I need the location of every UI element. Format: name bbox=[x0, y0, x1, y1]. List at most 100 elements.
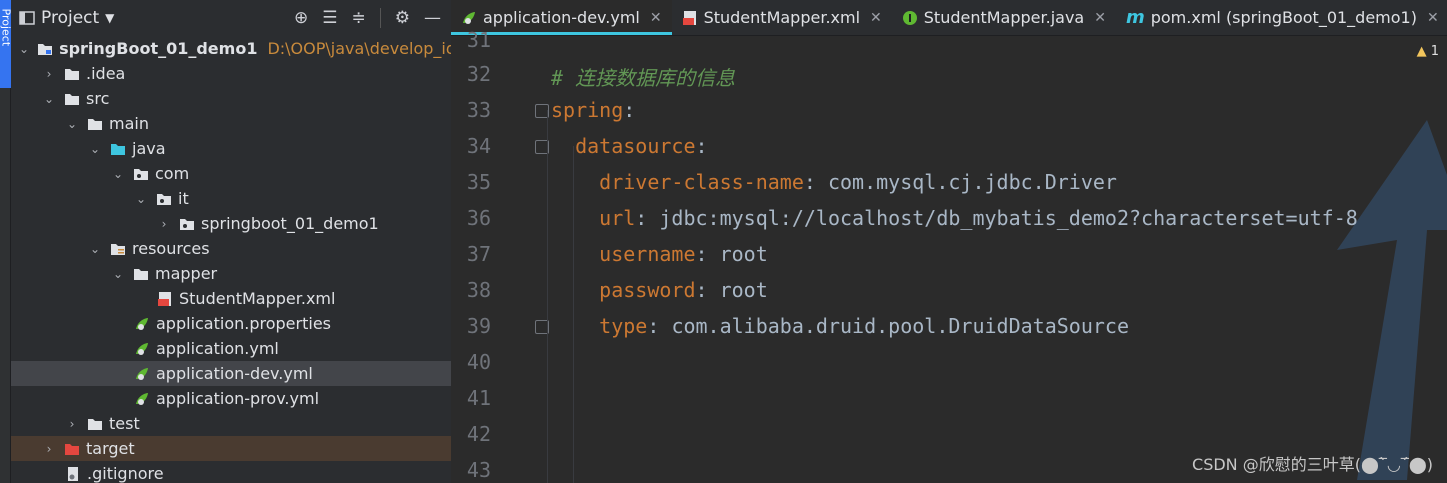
chevron-down-icon[interactable]: ⌄ bbox=[111, 267, 125, 281]
tree-item-application-properties[interactable]: application.properties bbox=[11, 311, 451, 336]
tree-item-label: application-prov.yml bbox=[156, 389, 320, 408]
tab-label: pom.xml (springBoot_01_demo1) bbox=[1150, 8, 1417, 27]
yaml-value: root bbox=[719, 242, 768, 266]
project-tool-tab[interactable]: Project bbox=[0, 0, 13, 88]
project-tree: ⌄ springBoot_01_demo1 D:\OOP\java\develo… bbox=[11, 36, 451, 483]
tab-studentmapper-java[interactable]: StudentMapper.java ✕ bbox=[892, 0, 1116, 35]
expand-all-icon[interactable]: ☰ bbox=[322, 8, 337, 28]
chevron-down-icon[interactable]: ⌄ bbox=[65, 117, 79, 131]
chevron-down-icon[interactable]: ⌄ bbox=[88, 142, 102, 156]
tree-item-test[interactable]: › test bbox=[11, 411, 451, 436]
close-icon[interactable]: ✕ bbox=[1094, 10, 1106, 26]
chevron-down-icon: ▼ bbox=[105, 11, 115, 25]
line-number: 36 bbox=[466, 206, 491, 230]
tree-item-root[interactable]: ⌄ springBoot_01_demo1 D:\OOP\java\develo… bbox=[11, 36, 451, 61]
close-icon[interactable]: ✕ bbox=[650, 10, 662, 26]
editor-gutter: 31 32 33 34 35 36 37 38 39 40 41 42 43 bbox=[451, 28, 549, 483]
tree-item-label: main bbox=[109, 114, 149, 133]
gear-icon[interactable]: ⚙ bbox=[395, 8, 410, 28]
line-number: 41 bbox=[466, 386, 491, 410]
tab-pom-xml[interactable]: m pom.xml (springBoot_01_demo1) ✕ bbox=[1116, 0, 1447, 35]
chevron-down-icon[interactable]: ⌄ bbox=[134, 192, 148, 206]
source-folder-icon bbox=[110, 141, 126, 157]
project-header: Project ▼ ⊕ ☰ ≑ ⚙ — bbox=[11, 0, 451, 36]
spring-config-icon bbox=[134, 316, 150, 332]
yaml-key: driver-class-name bbox=[599, 170, 804, 194]
tree-item-label: com bbox=[155, 164, 190, 183]
chevron-down-icon[interactable]: ⌄ bbox=[111, 167, 125, 181]
close-icon[interactable]: ✕ bbox=[1427, 10, 1439, 26]
editor-area: application-dev.yml ✕ StudentMapper.xml … bbox=[451, 0, 1447, 483]
tree-item-mapper[interactable]: ⌄ mapper bbox=[11, 261, 451, 286]
spring-config-icon bbox=[463, 11, 475, 24]
minimize-icon[interactable]: — bbox=[424, 8, 441, 28]
tree-item-label: java bbox=[132, 139, 166, 158]
background-arrow-decoration bbox=[1337, 120, 1447, 480]
tree-item-com[interactable]: ⌄ com bbox=[11, 161, 451, 186]
tree-item-application-dev-yml[interactable]: application-dev.yml bbox=[11, 361, 451, 386]
line-number: 33 bbox=[466, 98, 491, 122]
yaml-comment: # 连接数据库的信息 bbox=[551, 66, 736, 90]
tree-item-label: springBoot_01_demo1 bbox=[59, 39, 258, 58]
tree-item-main[interactable]: ⌄ main bbox=[11, 111, 451, 136]
tree-item-label: src bbox=[86, 89, 110, 108]
tree-item-springboot-package[interactable]: › springboot_01_demo1 bbox=[11, 211, 451, 236]
yaml-key: type bbox=[599, 314, 648, 338]
code-line-36: url: jdbc:mysql://localhost/db_mybatis_d… bbox=[599, 206, 1358, 230]
folder-icon bbox=[87, 116, 103, 132]
tree-item-target[interactable]: › target bbox=[11, 436, 451, 461]
tree-item-studentmapper-xml[interactable]: StudentMapper.xml bbox=[11, 286, 451, 311]
locate-icon[interactable]: ⊕ bbox=[294, 8, 308, 28]
tab-studentmapper-xml[interactable]: StudentMapper.xml ✕ bbox=[672, 0, 892, 35]
chevron-right-icon[interactable]: › bbox=[42, 67, 56, 81]
close-icon[interactable]: ✕ bbox=[870, 10, 882, 26]
watermark: CSDN @欣慰的三叶草(⬤‾̀◡‾́⬤) bbox=[1192, 455, 1433, 474]
spring-config-icon bbox=[134, 391, 150, 407]
project-title: Project bbox=[41, 8, 100, 28]
tree-item-label: test bbox=[109, 414, 140, 433]
code-line-32: # 连接数据库的信息 bbox=[551, 62, 735, 91]
tree-item-gitignore[interactable]: .gitignore bbox=[11, 461, 451, 483]
chevron-down-icon[interactable]: ⌄ bbox=[19, 42, 29, 56]
project-panel: Project ▼ ⊕ ☰ ≑ ⚙ — ⌄ springBoot_01_demo… bbox=[11, 0, 451, 483]
tree-item-application-prov-yml[interactable]: application-prov.yml bbox=[11, 386, 451, 411]
yaml-key: username bbox=[599, 242, 696, 266]
tree-item-resources[interactable]: ⌄ resources bbox=[11, 236, 451, 261]
tree-item-label: .gitignore bbox=[87, 464, 164, 483]
tree-item-java[interactable]: ⌄ java bbox=[11, 136, 451, 161]
tab-label: StudentMapper.java bbox=[923, 8, 1085, 27]
code-line-38: password: root bbox=[599, 278, 768, 302]
xml-file-icon bbox=[682, 10, 696, 25]
folder-icon bbox=[87, 416, 103, 432]
project-view-selector[interactable]: Project ▼ bbox=[19, 8, 114, 28]
excluded-folder-icon bbox=[64, 441, 80, 457]
chevron-down-icon[interactable]: ⌄ bbox=[88, 242, 102, 256]
package-icon bbox=[156, 191, 172, 207]
tool-window-strip: Project bbox=[0, 0, 13, 483]
yaml-value: jdbc:mysql://localhost/db_mybatis_demo2?… bbox=[659, 206, 1358, 230]
warning-count: 1 bbox=[1430, 44, 1439, 59]
chevron-right-icon[interactable]: › bbox=[157, 217, 171, 231]
maven-icon: m bbox=[1125, 7, 1145, 28]
inspection-warning[interactable]: ▲ 1 bbox=[1417, 44, 1439, 59]
project-view-icon bbox=[19, 11, 35, 25]
line-number: 38 bbox=[466, 278, 491, 302]
yaml-key: spring bbox=[551, 98, 624, 122]
tree-item-application-yml[interactable]: application.yml bbox=[11, 336, 451, 361]
folder-icon bbox=[133, 266, 149, 282]
tree-item-idea[interactable]: › .idea bbox=[11, 61, 451, 86]
tree-item-label: resources bbox=[132, 239, 210, 258]
line-number: 43 bbox=[466, 458, 491, 482]
chevron-right-icon[interactable]: › bbox=[42, 442, 56, 456]
chevron-right-icon[interactable]: › bbox=[65, 417, 79, 431]
tree-item-label: application.properties bbox=[156, 314, 331, 333]
yaml-key: url bbox=[599, 206, 636, 230]
tree-item-src[interactable]: ⌄ src bbox=[11, 86, 451, 111]
package-icon bbox=[179, 216, 195, 232]
tree-item-label: it bbox=[178, 189, 189, 208]
collapse-all-icon[interactable]: ≑ bbox=[352, 8, 366, 28]
tree-item-it[interactable]: ⌄ it bbox=[11, 186, 451, 211]
chevron-down-icon[interactable]: ⌄ bbox=[42, 92, 56, 106]
tree-item-path: D:\OOP\java\develop_ide bbox=[267, 39, 451, 58]
xml-file-icon bbox=[157, 291, 173, 307]
